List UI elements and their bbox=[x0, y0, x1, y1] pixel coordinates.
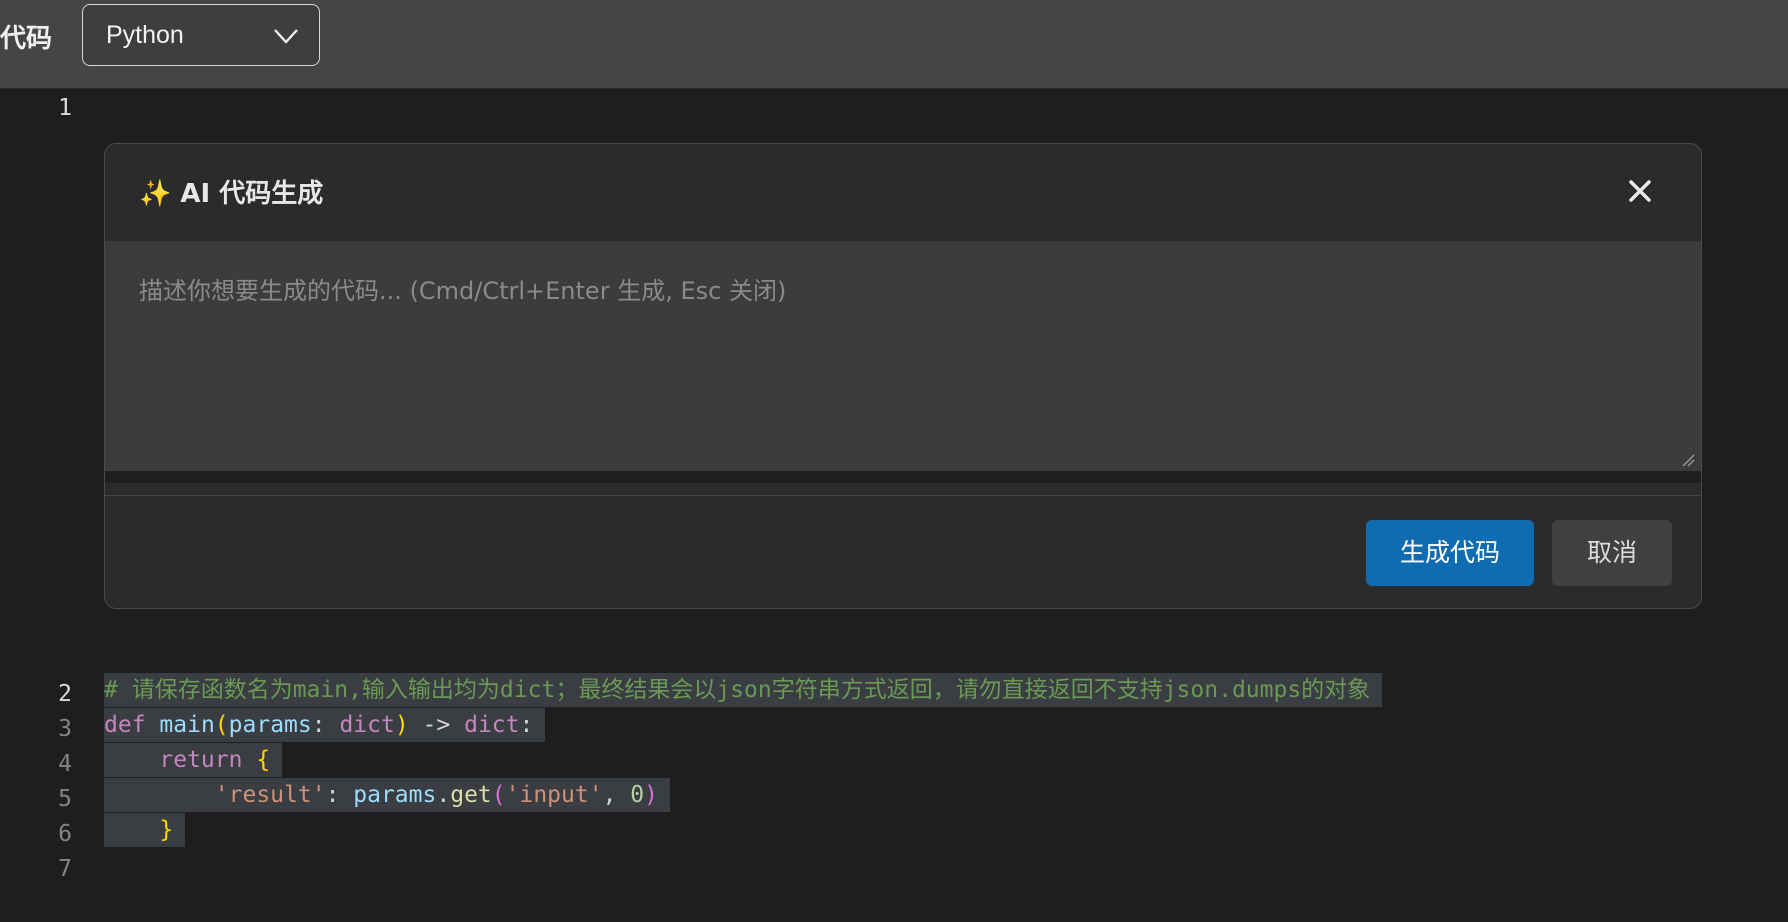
brace-close: } bbox=[159, 817, 174, 843]
cancel-button[interactable]: 取消 bbox=[1552, 520, 1672, 586]
call-paren-close: ) bbox=[644, 782, 658, 808]
brace-open: { bbox=[256, 747, 271, 773]
line-number-3: 3 bbox=[58, 716, 72, 742]
call-arg-string: 'input' bbox=[505, 782, 603, 808]
line-number-4: 4 bbox=[58, 751, 72, 777]
dot: . bbox=[436, 782, 451, 808]
code-comment: # 请保存函数名为main,输入输出均为dict；最终结果会以json字符串方式… bbox=[104, 677, 1371, 703]
editor-toolbar: 代码 Python bbox=[0, 0, 1788, 89]
dict-colon: : bbox=[325, 782, 354, 808]
keyword-return: return bbox=[159, 747, 243, 773]
chevron-down-icon bbox=[274, 29, 298, 44]
keyword-def: def bbox=[104, 712, 146, 738]
prompt-placeholder: 描述你想要生成的代码... (Cmd/Ctrl+Enter 生成, Esc 关闭… bbox=[139, 277, 787, 305]
dialog-divider bbox=[105, 495, 1701, 496]
line-number-6: 6 bbox=[58, 821, 72, 847]
close-icon bbox=[1629, 180, 1651, 202]
generate-code-button[interactable]: 生成代码 bbox=[1366, 520, 1534, 586]
def-colon: : bbox=[519, 712, 534, 738]
line-number-1: 1 bbox=[58, 95, 72, 121]
dialog-title: ✨ AI 代码生成 bbox=[139, 179, 324, 209]
return-arrow: -> bbox=[408, 712, 465, 738]
code-line-6[interactable]: } bbox=[104, 813, 186, 847]
code-line-4[interactable]: return { bbox=[104, 743, 283, 777]
code-label: 代码 bbox=[0, 24, 53, 54]
line-number-7: 7 bbox=[58, 856, 72, 882]
language-select[interactable]: Python bbox=[82, 4, 320, 66]
close-button[interactable] bbox=[1623, 174, 1657, 208]
line-number-5: 5 bbox=[58, 786, 72, 812]
call-paren-open: ( bbox=[491, 782, 506, 808]
method-name: get bbox=[450, 782, 492, 808]
prompt-textarea[interactable]: 描述你想要生成的代码... (Cmd/Ctrl+Enter 生成, Esc 关闭… bbox=[105, 241, 1701, 483]
call-arg-number: 0 bbox=[630, 782, 645, 808]
param-colon: : bbox=[311, 712, 340, 738]
call-comma: , bbox=[602, 782, 631, 808]
dict-key: 'result' bbox=[214, 782, 326, 808]
return-type: dict bbox=[464, 712, 520, 738]
resize-handle-icon[interactable] bbox=[1681, 453, 1695, 467]
code-line-2[interactable]: # 请保存函数名为main,输入输出均为dict；最终结果会以json字符串方式… bbox=[104, 673, 1383, 707]
ai-code-generation-dialog: ✨ AI 代码生成 描述你想要生成的代码... (Cmd/Ctrl+Enter … bbox=[104, 143, 1702, 609]
language-select-value: Python bbox=[106, 21, 184, 49]
code-line-3[interactable]: def main(params: dict) -> dict: bbox=[104, 708, 546, 742]
param-name: params bbox=[228, 712, 312, 738]
line-number-2: 2 bbox=[58, 681, 72, 707]
code-line-5[interactable]: 'result': params.get('input', 0) bbox=[104, 778, 670, 812]
param-type: dict bbox=[339, 712, 395, 738]
paren-close: ) bbox=[394, 712, 409, 738]
paren-open: ( bbox=[214, 712, 229, 738]
function-name: main bbox=[159, 712, 215, 738]
object-name: params bbox=[353, 782, 437, 808]
